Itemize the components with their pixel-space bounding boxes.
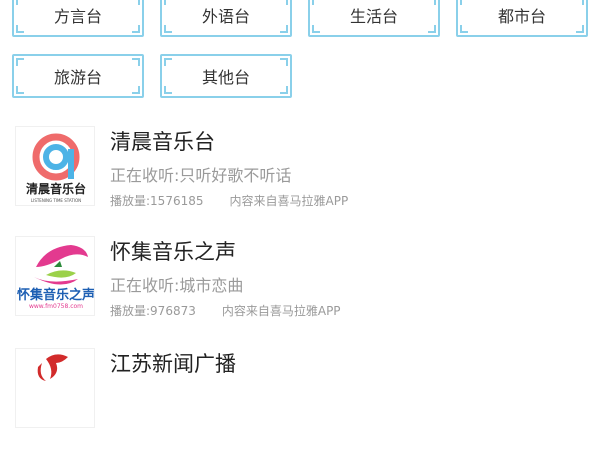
logo-title: 怀集音乐之声 xyxy=(17,287,95,303)
station-name: 江苏新闻广播 xyxy=(110,352,236,376)
category-label: 生活台 xyxy=(349,7,398,26)
station-name: 怀集音乐之声 xyxy=(110,240,236,264)
content-source: 内容来自喜马拉雅APP xyxy=(221,304,341,318)
station-item-jiangsu-news[interactable]: 江苏新闻广播 xyxy=(0,342,600,454)
station-logo: 清晨音乐台 LISTENING TIME STATION xyxy=(15,126,95,206)
category-label: 外语台 xyxy=(201,7,250,26)
logo-sub: www.fm0758.com xyxy=(29,303,83,310)
station-meta: 播放量:976873 内容来自喜马拉雅APP xyxy=(110,302,341,319)
now-playing: 正在收听:城市恋曲 xyxy=(110,276,244,295)
swallow-icon: 怀集音乐之声 www.fm0758.com xyxy=(17,245,95,310)
logo-title: 清晨音乐台 xyxy=(26,181,86,196)
category-label: 旅游台 xyxy=(53,68,102,87)
station-logo: 怀集音乐之声 www.fm0758.com xyxy=(15,236,95,316)
category-button-city[interactable]: 都市台 xyxy=(456,0,588,37)
logo-sub: LISTENING TIME STATION xyxy=(31,198,81,203)
category-button-dialect[interactable]: 方言台 xyxy=(12,0,144,37)
category-button-life[interactable]: 生活台 xyxy=(308,0,440,37)
content-source: 内容来自喜马拉雅APP xyxy=(229,194,349,208)
category-button-other[interactable]: 其他台 xyxy=(160,54,292,98)
category-button-travel[interactable]: 旅游台 xyxy=(12,54,144,98)
station-meta: 播放量:1576185 内容来自喜马拉雅APP xyxy=(110,192,348,209)
category-label: 其他台 xyxy=(201,68,250,87)
category-button-foreign[interactable]: 外语台 xyxy=(160,0,292,37)
station-logo xyxy=(15,348,95,428)
play-count: 播放量:1576185 xyxy=(110,194,204,208)
station-item-huaiji[interactable]: 怀集音乐之声 www.fm0758.com 怀集音乐之声 正在收听:城市恋曲 播… xyxy=(0,230,600,342)
music-a-icon: 清晨音乐台 LISTENING TIME STATION xyxy=(26,133,86,203)
category-label: 都市台 xyxy=(497,7,546,26)
now-playing: 正在收听:只听好歌不听话 xyxy=(110,166,292,185)
play-count: 播放量:976873 xyxy=(110,304,196,318)
station-item-qingchen[interactable]: 清晨音乐台 LISTENING TIME STATION 清晨音乐台 正在收听:… xyxy=(0,120,600,232)
station-name: 清晨音乐台 xyxy=(110,130,215,154)
category-label: 方言台 xyxy=(53,7,102,26)
jsbc-icon xyxy=(37,354,68,381)
